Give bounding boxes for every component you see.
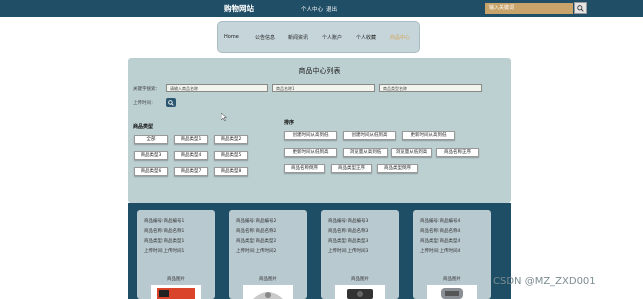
product-id: 商品编号:商品编号3 [328, 219, 369, 224]
category-chip[interactable]: 商品类型1 [174, 135, 208, 144]
product-type: 商品类型:商品类型1 [144, 239, 185, 244]
nav-news[interactable]: 新闻资讯 [288, 34, 308, 41]
product-image[interactable] [243, 285, 293, 299]
category-chip[interactable]: 商品类型5 [214, 151, 248, 160]
watermark: CSDN @MZ_ZXD001 [493, 276, 596, 287]
product-image[interactable] [335, 285, 385, 299]
nav-account[interactable]: 个人账户 [322, 34, 342, 41]
sort-chip[interactable]: 更新时间从高到低 [402, 131, 455, 140]
product-upload-time: 上传时间:上传时间3 [328, 249, 369, 254]
category-chip[interactable]: 商品类型2 [214, 135, 248, 144]
sort-title: 排序 [284, 120, 295, 126]
sort-chip[interactable]: 浏览量从低到高 [391, 148, 432, 157]
header-search-input[interactable]: 输入关键词 [485, 3, 573, 14]
sort-chip[interactable]: 商品名称正序 [436, 148, 479, 157]
search-icon [168, 99, 174, 106]
search-button[interactable] [574, 2, 587, 14]
product-image[interactable] [151, 285, 201, 299]
product-image-label: 商品图片 [259, 277, 277, 282]
product-image[interactable] [427, 285, 477, 299]
product-name: 商品名称:商品名称3 [328, 229, 369, 234]
category-chip[interactable]: 商品类型6 [134, 167, 168, 176]
product-image-label: 商品图片 [167, 277, 185, 282]
search-field-2[interactable]: 商品名称1 [272, 84, 375, 92]
product-id: 商品编号:商品编号4 [420, 219, 461, 224]
search-field-1[interactable]: 请输入商品名称 [166, 84, 268, 92]
product-name: 商品名称:商品名称4 [420, 229, 461, 234]
product-card[interactable]: 商品编号:商品编号4 商品名称:商品名称4 商品类型:商品类型4 上传时间:上传… [413, 210, 491, 299]
product-image-label: 商品图片 [443, 277, 461, 282]
product-card[interactable]: 商品编号:商品编号3 商品名称:商品名称3 商品类型:商品类型3 上传时间:上传… [321, 210, 399, 299]
nav-announcements[interactable]: 公告信息 [255, 34, 275, 41]
search-icon [577, 4, 584, 12]
search-field-3[interactable]: 商品类型名称 [379, 84, 482, 92]
product-id: 商品编号:商品编号2 [236, 219, 277, 224]
category-chip[interactable]: 商品类型4 [174, 151, 208, 160]
product-upload-time: 上传时间:上传时间4 [420, 249, 461, 254]
sort-chip[interactable]: 浏览量从高到低 [343, 148, 388, 157]
category-title: 商品类型 [133, 124, 154, 130]
category-chip-all[interactable]: 全部 [134, 135, 168, 144]
product-image-label: 商品图片 [351, 277, 369, 282]
product-id: 商品编号:商品编号1 [144, 219, 185, 224]
product-name: 商品名称:商品名称2 [236, 229, 277, 234]
site-title[interactable]: 购物网站 [224, 3, 254, 14]
upload-time-label: 上传时间： [133, 101, 156, 106]
mouse-cursor-icon [221, 113, 227, 121]
product-card[interactable]: 商品编号:商品编号1 商品名称:商品名称1 商品类型:商品类型1 上传时间:上传… [137, 210, 215, 299]
product-type: 商品类型:商品类型2 [236, 239, 277, 244]
product-upload-time: 上传时间:上传时间2 [236, 249, 277, 254]
sort-chip[interactable]: 创建时间从低到高 [343, 131, 396, 140]
logout-link[interactable]: 退出 [326, 5, 337, 13]
sort-chip[interactable]: 商品类型倒序 [377, 164, 418, 173]
product-type: 商品类型:商品类型3 [328, 239, 369, 244]
sort-chip[interactable]: 商品类型正序 [331, 164, 372, 173]
category-chip[interactable]: 商品类型7 [174, 167, 208, 176]
product-upload-time: 上传时间:上传时间1 [144, 249, 185, 254]
category-chip[interactable]: 商品类型3 [134, 151, 168, 160]
sort-chip[interactable]: 创建时间从高到低 [284, 131, 337, 140]
nav-products[interactable]: 商品中心 [390, 34, 410, 41]
user-center-link[interactable]: 个人中心 [301, 5, 323, 13]
page-title: 商品中心列表 [298, 67, 341, 75]
sort-chip[interactable]: 更新时间从低到高 [284, 148, 337, 157]
main-nav: Home 公告信息 新闻资讯 个人账户 个人收藏 商品中心 [217, 21, 420, 53]
nav-home[interactable]: Home [224, 34, 239, 40]
keyword-label: 关键字搜索： [133, 87, 160, 92]
category-chip[interactable]: 商品类型8 [214, 167, 248, 176]
product-type: 商品类型:商品类型4 [420, 239, 461, 244]
product-name: 商品名称:商品名称1 [144, 229, 185, 234]
sort-chip[interactable]: 商品名称倒序 [284, 164, 325, 173]
nav-favorites[interactable]: 个人收藏 [356, 34, 376, 41]
product-card[interactable]: 商品编号:商品编号2 商品名称:商品名称2 商品类型:商品类型2 上传时间:上传… [229, 210, 307, 299]
query-button[interactable] [166, 98, 176, 107]
